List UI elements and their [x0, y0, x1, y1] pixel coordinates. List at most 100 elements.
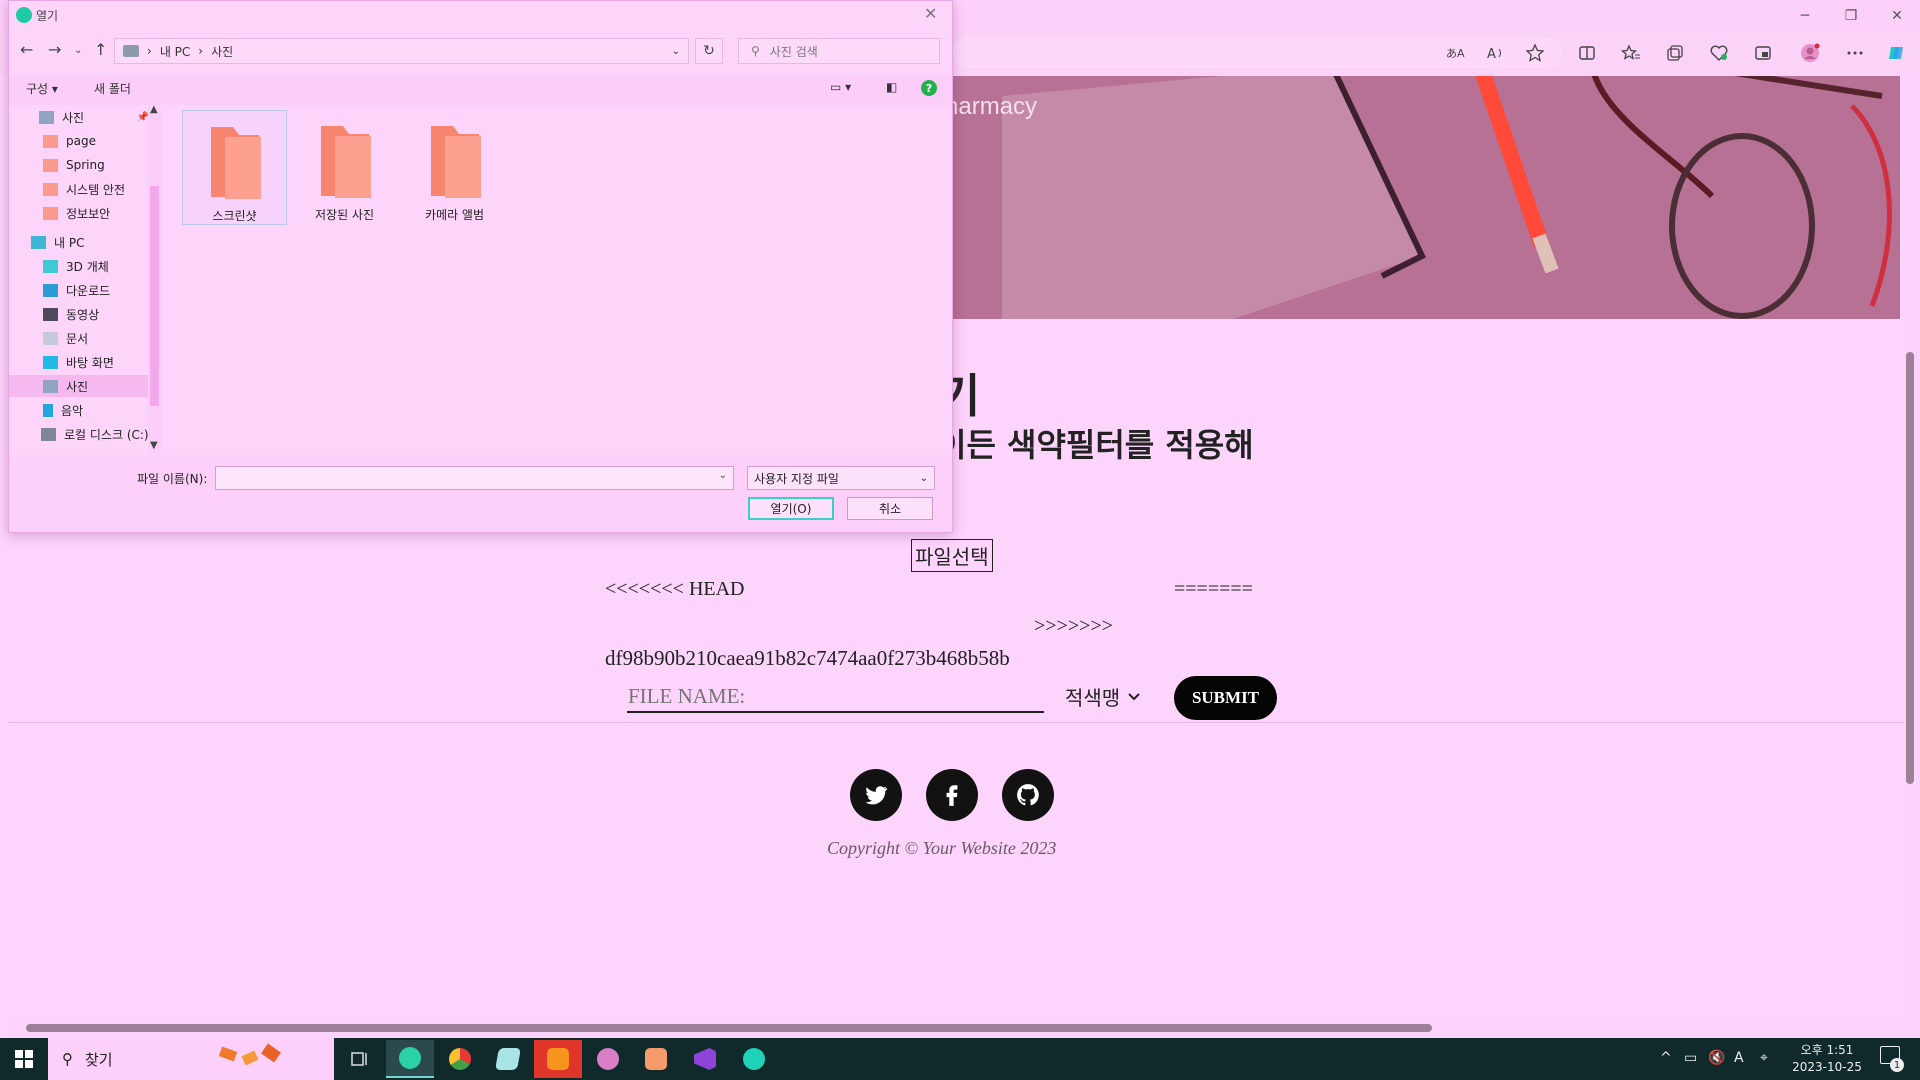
- clock-date: 2023-10-25: [1792, 1060, 1862, 1074]
- horizontal-scroll-thumb[interactable]: [26, 1024, 1432, 1032]
- network-icon[interactable]: ▭: [1684, 1050, 1697, 1066]
- dialog-toolbar: [9, 75, 951, 105]
- breadcrumb[interactable]: › 내 PC › 사진 ⌄: [114, 38, 689, 64]
- sidebar-item-desktop[interactable]: 바탕 화면: [9, 351, 149, 373]
- sidebar-item-pictures-quick[interactable]: 사진 📌: [9, 106, 149, 128]
- cancel-button[interactable]: 취소: [847, 497, 933, 520]
- sidebar-item-page[interactable]: page: [9, 130, 149, 152]
- refresh-icon[interactable]: ↻: [695, 38, 723, 64]
- up-arrow-icon[interactable]: ↑: [94, 40, 107, 59]
- chrome-taskbar-icon[interactable]: [436, 1040, 484, 1078]
- task-view-icon[interactable]: [336, 1040, 384, 1078]
- music-icon: [43, 403, 53, 417]
- sidebar-item-3d-objects[interactable]: 3D 개체: [9, 255, 149, 277]
- twitter-icon[interactable]: [850, 769, 902, 821]
- hero-banner-image: [952, 76, 1900, 319]
- taskbar-clock[interactable]: 오후 1:51 2023-10-25: [1785, 1042, 1869, 1076]
- browser-essentials-icon[interactable]: [1704, 38, 1734, 68]
- address-bar[interactable]: [952, 38, 1562, 68]
- facebook-icon[interactable]: [926, 769, 978, 821]
- clock-time: 오후 1:51: [1800, 1043, 1854, 1057]
- more-options-icon[interactable]: [1840, 38, 1870, 68]
- translate-icon[interactable]: あA: [1440, 38, 1470, 68]
- folder-screenshots[interactable]: 스크린샷: [182, 110, 287, 225]
- read-aloud-icon[interactable]: A: [1480, 38, 1510, 68]
- open-button[interactable]: 열기(O): [748, 497, 834, 520]
- copilot-icon[interactable]: [1882, 38, 1912, 68]
- split-screen-icon[interactable]: [1572, 38, 1602, 68]
- file-name-label: 파일 이름(N):: [137, 472, 208, 486]
- volume-muted-icon[interactable]: 🔇: [1708, 1050, 1725, 1066]
- folder-icon: [43, 158, 58, 172]
- vertical-scroll-thumb[interactable]: [1906, 352, 1914, 784]
- navigation-scroll-thumb[interactable]: [150, 186, 159, 406]
- favorites-icon[interactable]: [1616, 38, 1646, 68]
- file-type-select[interactable]: 사용자 지정 파일 ⌄: [747, 466, 935, 490]
- window-close-button[interactable]: ✕: [1874, 0, 1920, 32]
- pictures-icon: [39, 110, 54, 124]
- sidebar-item-pictures[interactable]: 사진: [9, 375, 149, 397]
- profile-avatar-icon[interactable]: [1795, 38, 1825, 68]
- copyright-text: Copyright © Your Website 2023: [827, 838, 1057, 858]
- collections-icon[interactable]: [1660, 38, 1690, 68]
- sidebar-item-local-disk[interactable]: 로컬 디스크 (C:): [9, 423, 149, 445]
- chevron-down-icon[interactable]: ⌄: [719, 470, 727, 481]
- location-icon[interactable]: ⌖: [1760, 1050, 1768, 1066]
- dialog-close-icon[interactable]: ✕: [924, 4, 937, 23]
- sidebar-item-spring[interactable]: Spring: [9, 154, 149, 176]
- help-icon[interactable]: ?: [921, 80, 937, 96]
- folder-saved-pictures[interactable]: 저장된 사진: [292, 110, 397, 225]
- notepad-taskbar-icon[interactable]: [484, 1040, 532, 1078]
- forward-arrow-icon[interactable]: →: [48, 40, 61, 59]
- folder-icon: [43, 206, 58, 220]
- breadcrumb-item-pc[interactable]: 내 PC: [160, 43, 190, 60]
- scroll-up-icon[interactable]: ▲: [150, 104, 158, 115]
- back-arrow-icon[interactable]: ←: [20, 40, 33, 59]
- sidebar-item-downloads[interactable]: 다운로드: [9, 279, 149, 301]
- windows-start-icon[interactable]: [0, 1038, 48, 1080]
- chevron-down-icon: ⌄: [919, 472, 928, 484]
- folder-camera-roll[interactable]: 카메라 앨범: [402, 110, 507, 225]
- breadcrumb-item-pictures[interactable]: 사진: [211, 43, 233, 60]
- sidebar-item-this-pc[interactable]: 내 PC: [9, 231, 149, 253]
- sticky-notes-taskbar-icon[interactable]: [534, 1040, 582, 1078]
- file-explorer-taskbar-icon[interactable]: [632, 1040, 680, 1078]
- choose-file-button[interactable]: 파일선택: [911, 539, 993, 572]
- dialog-search-input[interactable]: ⚲ 사진 검색: [738, 38, 940, 64]
- github-icon[interactable]: [1002, 769, 1054, 821]
- screenshot-icon[interactable]: [1748, 38, 1778, 68]
- sidebar-item-system-safety[interactable]: 시스템 안전: [9, 178, 149, 200]
- search-highlight-icon: [218, 1043, 281, 1066]
- folder-icon: [210, 127, 261, 199]
- sidebar-item-videos[interactable]: 동영상: [9, 303, 149, 325]
- desktop-icon: [43, 355, 58, 369]
- restore-button[interactable]: ❐: [1828, 0, 1874, 32]
- new-folder-button[interactable]: 새 폴더: [94, 80, 131, 97]
- ime-indicator[interactable]: A: [1734, 1050, 1744, 1066]
- submit-button[interactable]: SUBMIT: [1174, 676, 1277, 720]
- file-name-input[interactable]: [627, 682, 1044, 713]
- preview-pane-icon[interactable]: ◧: [886, 80, 897, 94]
- organize-menu[interactable]: 구성 ▾: [26, 80, 58, 97]
- app-plus-taskbar-icon[interactable]: [730, 1040, 778, 1078]
- color-filter-select[interactable]: 적색맹: [1065, 682, 1140, 711]
- drive-icon: [41, 427, 56, 441]
- path-dropdown-icon[interactable]: ⌄: [672, 46, 680, 57]
- scroll-down-icon[interactable]: ▼: [150, 440, 158, 451]
- view-options-icon[interactable]: ▭ ▾: [830, 80, 851, 94]
- notification-center-icon[interactable]: 1: [1880, 1046, 1904, 1072]
- sidebar-item-music[interactable]: 음악: [9, 399, 149, 421]
- tray-overflow-icon[interactable]: ^: [1660, 1050, 1672, 1066]
- favorite-star-icon[interactable]: [1520, 38, 1550, 68]
- sidebar-item-documents[interactable]: 문서: [9, 327, 149, 349]
- folder-label: 스크린샷: [212, 209, 257, 223]
- dialog-file-name-input[interactable]: ⌄: [215, 466, 734, 490]
- visual-studio-taskbar-icon[interactable]: [681, 1040, 729, 1078]
- sidebar-item-info-security[interactable]: 정보보안: [9, 202, 149, 224]
- paint-taskbar-icon[interactable]: [584, 1040, 632, 1078]
- taskbar-search[interactable]: ⚲ 찾기: [48, 1038, 334, 1080]
- recent-locations-icon[interactable]: ⌄: [74, 45, 82, 56]
- pictures-icon: [43, 379, 58, 393]
- edge-taskbar-icon[interactable]: [386, 1040, 434, 1078]
- minimize-button[interactable]: ─: [1782, 0, 1828, 32]
